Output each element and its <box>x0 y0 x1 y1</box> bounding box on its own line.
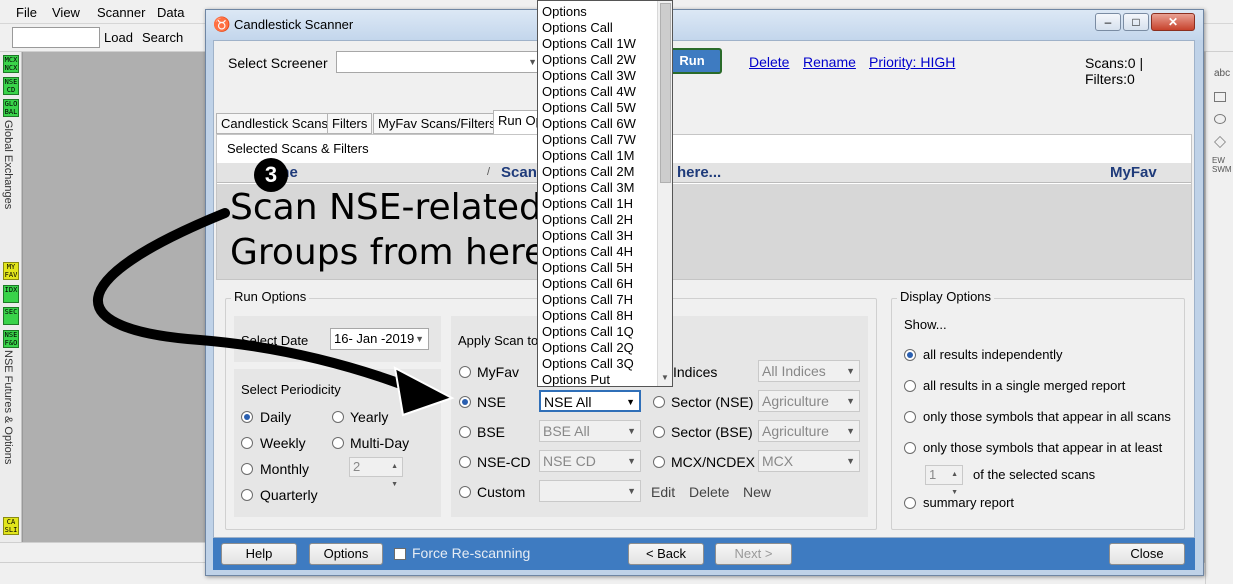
dropdown-option[interactable]: Options Call 6H <box>542 276 633 291</box>
dropdown-option[interactable]: Options Call 3Q <box>542 356 634 371</box>
dropdown-option[interactable]: Options Call 1M <box>542 148 634 163</box>
scroll-down-icon[interactable]: ▼ <box>661 373 669 382</box>
dropdown-option[interactable]: Options Call 5W <box>542 100 636 115</box>
dropdown-option[interactable]: Options Call 8H <box>542 308 633 323</box>
dropdown-scrollbar[interactable]: ▼ <box>657 1 672 386</box>
dropdown-option[interactable]: Options Call 2M <box>542 164 634 179</box>
dropdown-option[interactable]: Options Call <box>542 20 613 35</box>
dropdown-option[interactable]: Options Call 4W <box>542 84 636 99</box>
dropdown-option[interactable]: Options Call 7W <box>542 132 636 147</box>
dropdown-option[interactable]: Options Call 5H <box>542 260 633 275</box>
dropdown-option[interactable]: Options Call 1W <box>542 36 636 51</box>
dropdown-option[interactable]: Options Put <box>542 372 610 386</box>
dropdown-option[interactable]: Options Call 2Q <box>542 340 634 355</box>
dropdown-option[interactable]: Options Call 3H <box>542 228 633 243</box>
dropdown-option[interactable]: Options Call 6W <box>542 116 636 131</box>
dropdown-option[interactable]: Options Call 7H <box>542 292 633 307</box>
dropdown-option[interactable]: Options Call 1Q <box>542 324 634 339</box>
dropdown-option[interactable]: Options <box>542 4 587 19</box>
dropdown-option[interactable]: Options Call 1H <box>542 196 633 211</box>
dropdown-option[interactable]: Options Call 3M <box>542 180 634 195</box>
dropdown-option[interactable]: Options Call 4H <box>542 244 633 259</box>
scrollbar-thumb[interactable] <box>660 3 671 183</box>
dropdown-option[interactable]: Options Call 2H <box>542 212 633 227</box>
dropdown-option[interactable]: Options Call 3W <box>542 68 636 83</box>
scan-group-dropdown-list[interactable]: Options Options Call Options Call 1W Option… <box>537 0 673 387</box>
dropdown-option[interactable]: Options Call 2W <box>542 52 636 67</box>
